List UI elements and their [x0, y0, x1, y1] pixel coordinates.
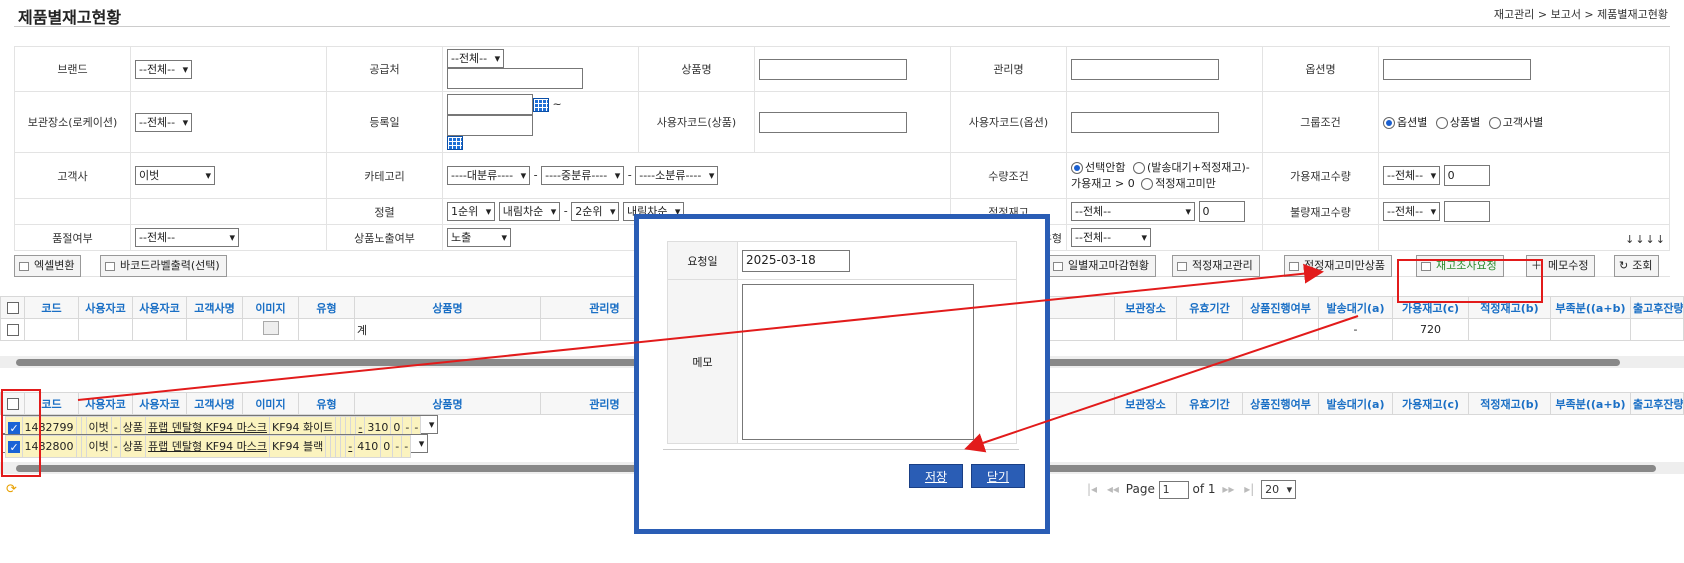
annotation-arrows	[77, 263, 1359, 453]
annotation-arrow	[77, 263, 1324, 401]
annotation-arrow	[964, 315, 1359, 453]
